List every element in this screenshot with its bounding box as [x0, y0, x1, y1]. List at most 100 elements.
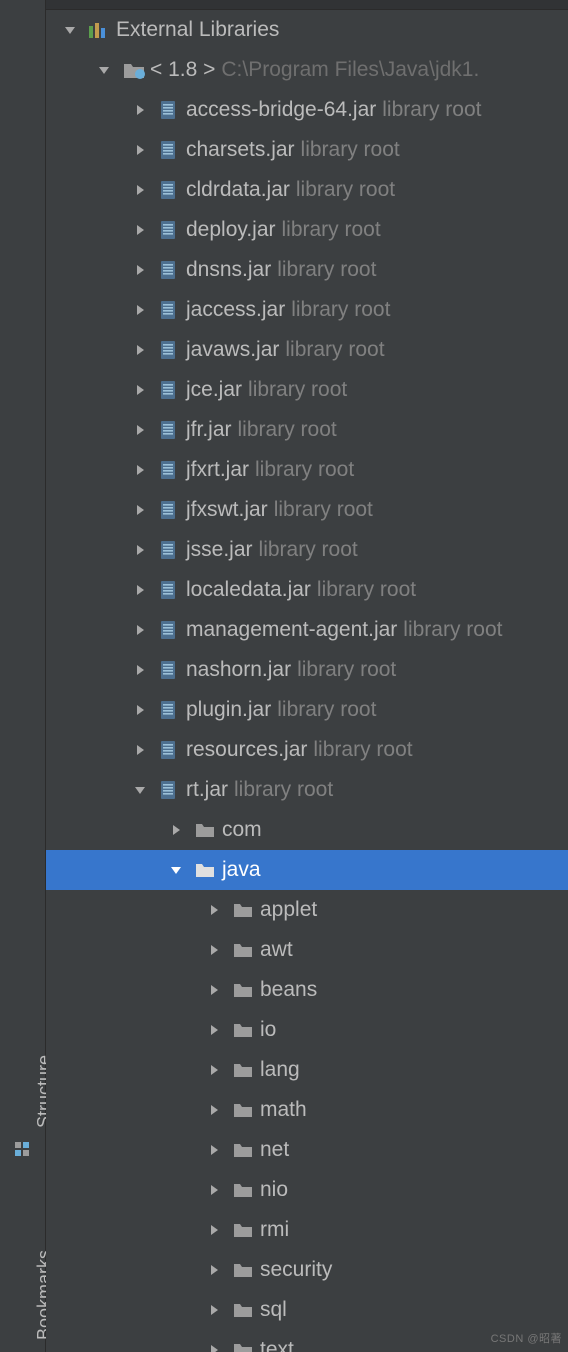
jar-node[interactable]: cldrdata.jarlibrary root: [46, 170, 568, 210]
chevron-right-icon[interactable]: [122, 543, 158, 557]
chevron-right-icon[interactable]: [196, 983, 232, 997]
jar-node[interactable]: jaccess.jarlibrary root: [46, 290, 568, 330]
package-node[interactable]: math: [46, 1090, 568, 1130]
chevron-right-icon[interactable]: [196, 1023, 232, 1037]
node-label: plugin.jar: [186, 698, 271, 722]
jar-node[interactable]: jsse.jarlibrary root: [46, 530, 568, 570]
jar-icon: [158, 699, 186, 721]
jar-node[interactable]: dnsns.jarlibrary root: [46, 250, 568, 290]
chevron-right-icon[interactable]: [196, 1223, 232, 1237]
chevron-down-icon[interactable]: [52, 23, 88, 37]
package-node[interactable]: beans: [46, 970, 568, 1010]
library-root-hint: library root: [285, 338, 384, 362]
library-root-hint: library root: [248, 378, 347, 402]
chevron-right-icon[interactable]: [196, 1263, 232, 1277]
library-root-hint: library root: [297, 658, 396, 682]
node-label: jce.jar: [186, 378, 242, 402]
chevron-right-icon[interactable]: [122, 503, 158, 517]
chevron-right-icon[interactable]: [122, 703, 158, 717]
package-node[interactable]: sql: [46, 1290, 568, 1330]
node-label: < 1.8 >: [150, 58, 215, 82]
package-node[interactable]: nio: [46, 1170, 568, 1210]
package-node[interactable]: security: [46, 1250, 568, 1290]
chevron-right-icon[interactable]: [122, 743, 158, 757]
package-node[interactable]: com: [46, 810, 568, 850]
jar-node[interactable]: javaws.jarlibrary root: [46, 330, 568, 370]
jar-node[interactable]: jce.jarlibrary root: [46, 370, 568, 410]
chevron-right-icon[interactable]: [122, 383, 158, 397]
node-label: cldrdata.jar: [186, 178, 290, 202]
jar-icon: [158, 779, 186, 801]
chevron-right-icon[interactable]: [122, 263, 158, 277]
library-root-hint: library root: [234, 778, 333, 802]
jar-node[interactable]: nashorn.jarlibrary root: [46, 650, 568, 690]
jar-node[interactable]: rt.jarlibrary root: [46, 770, 568, 810]
chevron-right-icon[interactable]: [122, 183, 158, 197]
jar-node[interactable]: resources.jarlibrary root: [46, 730, 568, 770]
chevron-right-icon[interactable]: [196, 1143, 232, 1157]
node-label: jaccess.jar: [186, 298, 285, 322]
node-label: io: [260, 1018, 276, 1042]
library-root-hint: library root: [259, 538, 358, 562]
chevron-right-icon[interactable]: [122, 343, 158, 357]
jar-node[interactable]: deploy.jarlibrary root: [46, 210, 568, 250]
node-label: text: [260, 1338, 294, 1352]
jar-node[interactable]: charsets.jarlibrary root: [46, 130, 568, 170]
chevron-right-icon[interactable]: [122, 303, 158, 317]
jar-icon: [158, 459, 186, 481]
chevron-down-icon[interactable]: [86, 63, 122, 77]
chevron-right-icon[interactable]: [122, 663, 158, 677]
library-root-hint: library root: [238, 418, 337, 442]
package-node[interactable]: io: [46, 1010, 568, 1050]
chevron-right-icon[interactable]: [122, 223, 158, 237]
chevron-right-icon[interactable]: [196, 1303, 232, 1317]
folder-icon: [232, 1221, 260, 1239]
chevron-right-icon[interactable]: [196, 943, 232, 957]
jar-node[interactable]: jfxswt.jarlibrary root: [46, 490, 568, 530]
node-label: lang: [260, 1058, 300, 1082]
jar-icon: [158, 619, 186, 641]
library-root-hint: library root: [382, 98, 481, 122]
jdk-node[interactable]: < 1.8 > C:\Program Files\Java\jdk1.: [46, 50, 568, 90]
folder-icon: [232, 901, 260, 919]
node-label: javaws.jar: [186, 338, 279, 362]
node-label: security: [260, 1258, 332, 1282]
structure-tool-icon[interactable]: [13, 1140, 33, 1160]
package-node[interactable]: awt: [46, 930, 568, 970]
chevron-right-icon[interactable]: [196, 1183, 232, 1197]
package-node[interactable]: net: [46, 1130, 568, 1170]
chevron-right-icon[interactable]: [122, 143, 158, 157]
library-root-hint: library root: [274, 498, 373, 522]
jar-node[interactable]: localedata.jarlibrary root: [46, 570, 568, 610]
chevron-down-icon[interactable]: [122, 783, 158, 797]
folder-icon: [232, 1101, 260, 1119]
package-node[interactable]: rmi: [46, 1210, 568, 1250]
package-node[interactable]: applet: [46, 890, 568, 930]
jar-node[interactable]: jfr.jarlibrary root: [46, 410, 568, 450]
package-node[interactable]: java: [46, 850, 568, 890]
jar-node[interactable]: management-agent.jarlibrary root: [46, 610, 568, 650]
jdk-folder-icon: [122, 60, 150, 80]
node-label: net: [260, 1138, 289, 1162]
chevron-right-icon[interactable]: [196, 903, 232, 917]
chevron-right-icon[interactable]: [122, 423, 158, 437]
chevron-right-icon[interactable]: [122, 463, 158, 477]
chevron-right-icon[interactable]: [158, 823, 194, 837]
jar-icon: [158, 259, 186, 281]
project-tree[interactable]: External Libraries < 1.8 > C:\Program Fi…: [46, 0, 568, 1352]
chevron-right-icon[interactable]: [196, 1343, 232, 1352]
library-icon: [88, 20, 116, 40]
jar-node[interactable]: plugin.jarlibrary root: [46, 690, 568, 730]
chevron-right-icon[interactable]: [122, 583, 158, 597]
chevron-right-icon[interactable]: [122, 623, 158, 637]
chevron-down-icon[interactable]: [158, 863, 194, 877]
external-libraries-node[interactable]: External Libraries: [46, 10, 568, 50]
chevron-right-icon[interactable]: [196, 1063, 232, 1077]
jar-node[interactable]: jfxrt.jarlibrary root: [46, 450, 568, 490]
node-label: math: [260, 1098, 307, 1122]
package-node[interactable]: lang: [46, 1050, 568, 1090]
jar-node[interactable]: access-bridge-64.jarlibrary root: [46, 90, 568, 130]
node-label: beans: [260, 978, 317, 1002]
chevron-right-icon[interactable]: [122, 103, 158, 117]
chevron-right-icon[interactable]: [196, 1103, 232, 1117]
